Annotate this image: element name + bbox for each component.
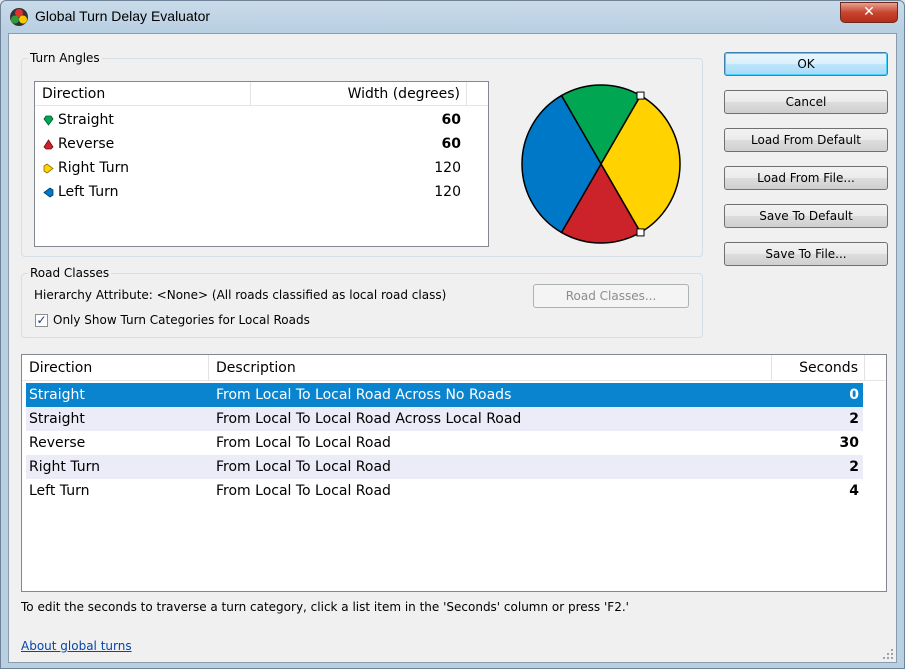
column-header-width[interactable]: Width (degrees) (251, 82, 467, 106)
list-item[interactable]: Right Turn 120 (35, 156, 488, 180)
list-item[interactable]: Left Turn 120 (35, 180, 488, 204)
cancel-button[interactable]: Cancel (724, 90, 888, 114)
turn-categories-list[interactable]: Direction Description Seconds Straight F… (21, 354, 887, 592)
ok-button[interactable]: OK (724, 52, 888, 76)
reverse-marker-icon (43, 139, 54, 150)
turn-angle-pie-chart[interactable] (516, 79, 686, 249)
close-icon: ✕ (863, 4, 875, 20)
column-header-direction[interactable]: Direction (35, 82, 251, 106)
table-row[interactable]: Straight From Local To Local Road Across… (26, 407, 863, 431)
table-row[interactable]: Straight From Local To Local Road Across… (26, 383, 863, 407)
turn-angles-list[interactable]: Direction Width (degrees) Straight 60 Re… (34, 81, 489, 247)
column-header-description[interactable]: Description (209, 355, 772, 381)
dialog-client-area: Turn Angles Direction Width (degrees) St… (8, 33, 897, 663)
list-item[interactable]: Straight 60 (35, 108, 488, 132)
about-global-turns-link[interactable]: About global turns (21, 639, 132, 653)
right-turn-marker-icon (43, 163, 54, 174)
title-bar[interactable]: Global Turn Delay Evaluator ✕ (1, 1, 904, 33)
column-header-filler (865, 355, 886, 381)
column-header-direction[interactable]: Direction (22, 355, 209, 381)
pie-drag-handle[interactable] (636, 91, 645, 100)
list-item[interactable]: Reverse 60 (35, 132, 488, 156)
table-row[interactable]: Right Turn From Local To Local Road 2 (26, 455, 863, 479)
local-roads-checkbox-label[interactable]: Only Show Turn Categories for Local Road… (53, 313, 310, 327)
checkmark-icon: ✓ (36, 313, 47, 327)
hierarchy-attribute-text: Hierarchy Attribute: <None> (All roads c… (34, 288, 447, 302)
turn-angles-label: Turn Angles (28, 51, 102, 65)
table-row[interactable]: Reverse From Local To Local Road 30 (26, 431, 863, 455)
load-from-default-button[interactable]: Load From Default (724, 128, 888, 152)
column-header-filler (467, 82, 488, 106)
straight-marker-icon (43, 115, 54, 126)
road-classes-label: Road Classes (28, 266, 112, 280)
pie-drag-handle[interactable] (636, 228, 645, 237)
table-row[interactable]: Left Turn From Local To Local Road 4 (26, 479, 863, 503)
left-turn-marker-icon (43, 187, 54, 198)
local-roads-checkbox[interactable]: ✓ (35, 314, 48, 327)
app-icon (10, 8, 28, 26)
resize-grip-icon[interactable] (882, 648, 894, 660)
window-title: Global Turn Delay Evaluator (35, 8, 211, 24)
load-from-file-button[interactable]: Load From File... (724, 166, 888, 190)
hint-text: To edit the seconds to traverse a turn c… (21, 600, 629, 614)
road-classes-group: Road Classes Hierarchy Attribute: <None>… (21, 266, 703, 338)
road-classes-button[interactable]: Road Classes... (533, 284, 689, 308)
save-to-default-button[interactable]: Save To Default (724, 204, 888, 228)
close-button[interactable]: ✕ (840, 2, 898, 23)
column-header-seconds[interactable]: Seconds (772, 355, 865, 381)
save-to-file-button[interactable]: Save To File... (724, 242, 888, 266)
dialog-window: Global Turn Delay Evaluator ✕ Turn Angle… (0, 0, 905, 669)
turn-angles-group: Turn Angles Direction Width (degrees) St… (21, 51, 703, 257)
